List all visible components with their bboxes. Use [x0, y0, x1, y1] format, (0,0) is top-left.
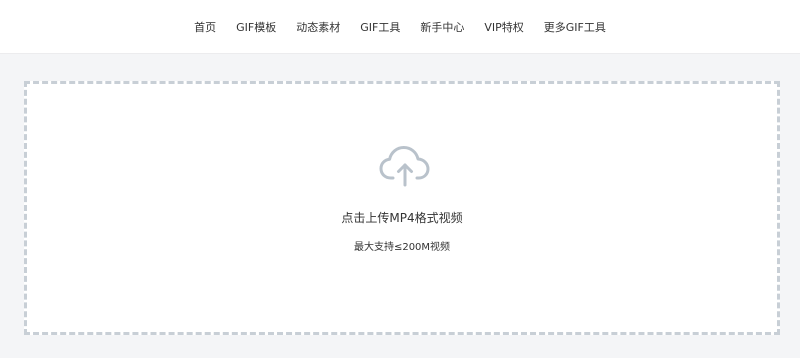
nav-item-beginner-center[interactable]: 新手中心 [420, 19, 464, 35]
cloud-upload-icon [379, 146, 430, 187]
upload-instruction: 点击上传MP4格式视频 [341, 211, 463, 225]
top-navigation-bar: 首页 GIF模板 动态素材 GIF工具 新手中心 VIP特权 更多GIF工具 [0, 0, 800, 54]
nav-item-gif-templates[interactable]: GIF模板 [236, 19, 276, 35]
nav-item-home[interactable]: 首页 [194, 19, 216, 35]
upload-size-limit: 最大支持≤200M视频 [353, 242, 451, 253]
nav-item-more-gif-tools[interactable]: 更多GIF工具 [544, 19, 606, 35]
upload-dropzone[interactable]: 点击上传MP4格式视频 最大支持≤200M视频 [24, 81, 780, 335]
nav-item-vip-privileges[interactable]: VIP特权 [484, 19, 523, 35]
upload-dropzone-content: 点击上传MP4格式视频 最大支持≤200M视频 [27, 84, 777, 332]
nav-item-gif-tools[interactable]: GIF工具 [360, 19, 400, 35]
nav-item-animated-assets[interactable]: 动态素材 [296, 19, 340, 35]
main-nav: 首页 GIF模板 动态素材 GIF工具 新手中心 VIP特权 更多GIF工具 [0, 0, 800, 54]
